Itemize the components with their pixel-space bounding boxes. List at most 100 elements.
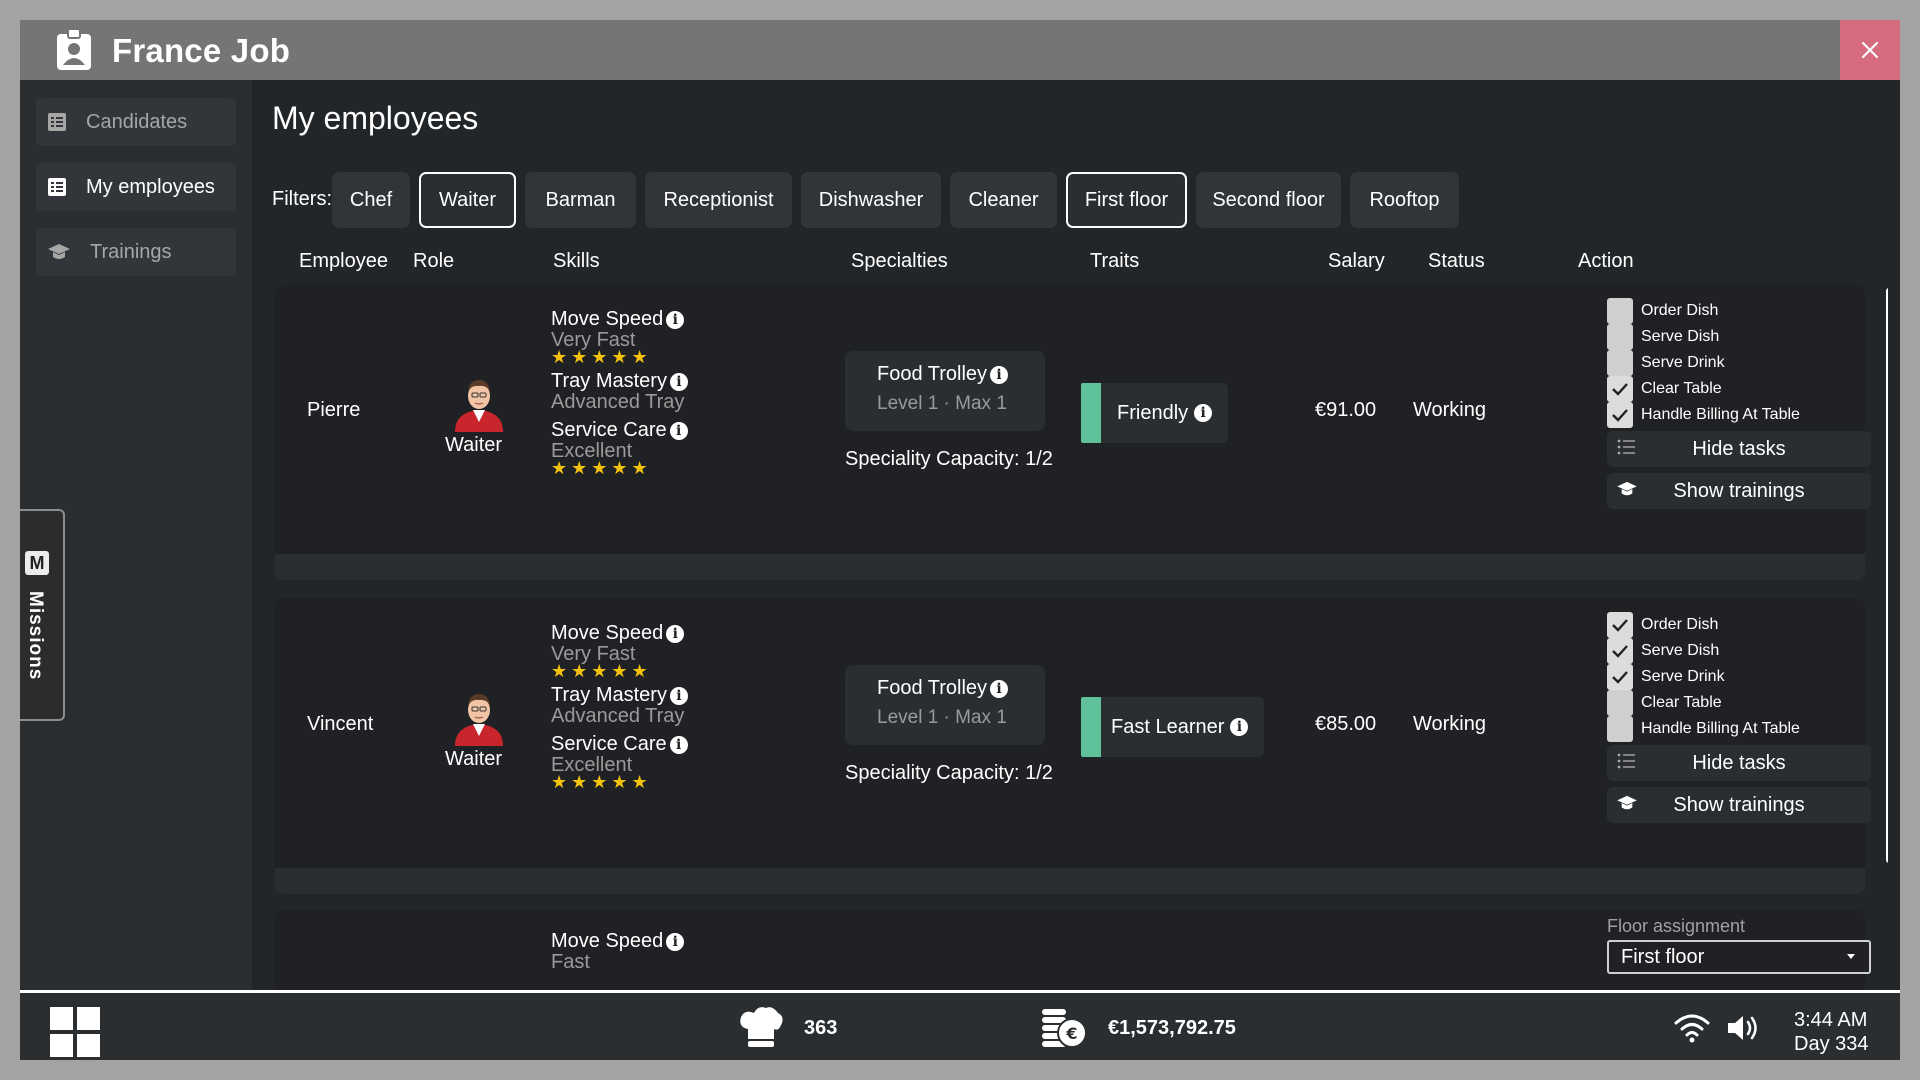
trait-badge: Friendly i	[1081, 383, 1229, 443]
clock-day: Day 334	[1794, 1033, 1869, 1055]
filter-barman[interactable]: Barman	[525, 172, 636, 228]
employee-name: Vincent	[307, 713, 374, 735]
filter-dishwasher[interactable]: Dishwasher	[801, 172, 941, 228]
sidebar-item-candidates[interactable]: Candidates	[36, 98, 236, 146]
checkmark-icon	[1612, 619, 1628, 632]
floor-assignment-select[interactable]: First floor	[1607, 940, 1871, 974]
waiter-avatar	[455, 380, 503, 432]
checkbox-checked[interactable]	[1607, 402, 1633, 428]
show-trainings-label: Show trainings	[1673, 793, 1805, 816]
sidebar-item-my-employees[interactable]: My employees	[36, 163, 236, 211]
employee-name: Pierre	[307, 399, 361, 421]
task-label: Order Dish	[1641, 616, 1719, 633]
filter-first-floor[interactable]: First floor	[1066, 172, 1187, 228]
show-trainings-button[interactable]: Show trainings	[1607, 473, 1871, 509]
graduation-cap-icon	[1617, 795, 1637, 810]
filter-receptionist[interactable]: Receptionist	[645, 172, 792, 228]
task-label: Serve Drink	[1641, 668, 1725, 685]
task-serve-drink[interactable]: Serve Drink	[1607, 350, 1725, 376]
specialty-box: Food Trolley i Level 1 · Max 1	[845, 665, 1045, 745]
task-order-dish[interactable]: Order Dish	[1607, 298, 1718, 324]
show-trainings-label: Show trainings	[1673, 479, 1805, 502]
show-trainings-button[interactable]: Show trainings	[1607, 787, 1871, 823]
info-icon[interactable]: i	[669, 735, 688, 754]
close-button[interactable]	[1840, 20, 1900, 80]
task-serve-dish[interactable]: Serve Dish	[1607, 324, 1719, 350]
task-serve-dish[interactable]: Serve Dish	[1607, 638, 1719, 664]
checkbox[interactable]	[1607, 690, 1633, 716]
specialty-label: Food Trolley	[877, 363, 988, 385]
skill-name: Service Care i	[551, 733, 688, 756]
missions-label: Missions	[25, 591, 46, 681]
task-handle-billing[interactable]: Handle Billing At Table	[1607, 716, 1800, 742]
info-icon[interactable]: i	[1230, 718, 1249, 736]
filter-cleaner[interactable]: Cleaner	[950, 172, 1057, 228]
info-icon[interactable]: i	[669, 686, 688, 705]
money-balance: €1,573,792.75	[1108, 1017, 1236, 1039]
wifi-icon[interactable]	[1674, 1013, 1710, 1043]
trait-name: Friendly i	[1117, 402, 1213, 425]
info-icon[interactable]: i	[669, 421, 688, 440]
checkbox[interactable]	[1607, 716, 1633, 742]
task-clear-table[interactable]: Clear Table	[1607, 690, 1722, 716]
info-icon[interactable]: i	[666, 932, 685, 951]
specialty-name: Food Trolley i	[877, 677, 1009, 700]
hide-tasks-button[interactable]: Hide tasks	[1607, 431, 1871, 467]
task-handle-billing[interactable]: Handle Billing At Table	[1607, 402, 1800, 428]
speaker-icon[interactable]	[1726, 1013, 1760, 1043]
task-serve-drink[interactable]: Serve Drink	[1607, 664, 1725, 690]
info-icon[interactable]: i	[990, 679, 1009, 698]
employee-role: Waiter	[445, 434, 503, 456]
checkmark-icon	[1612, 671, 1628, 684]
skill-name: Service Care i	[551, 419, 688, 442]
checkbox-checked[interactable]	[1607, 638, 1633, 664]
checkbox-checked[interactable]	[1607, 376, 1633, 402]
column-header-specialties: Specialties	[851, 250, 948, 272]
chevron-down-icon	[1847, 954, 1855, 959]
employee-list: Pierre Waiter Move Speed i Very Fast ★★★★…	[272, 276, 1888, 990]
start-menu-icon[interactable]	[50, 1007, 100, 1057]
task-clear-table[interactable]: Clear Table	[1607, 376, 1722, 402]
filter-chef[interactable]: Chef	[332, 172, 410, 228]
trait-badge: Fast Learner i	[1081, 697, 1265, 757]
checkbox[interactable]	[1607, 324, 1633, 350]
filter-rooftop[interactable]: Rooftop	[1350, 172, 1459, 228]
skill-name: Move Speed i	[551, 930, 685, 953]
salary: €85.00	[1315, 713, 1377, 735]
task-label: Order Dish	[1641, 302, 1719, 319]
specialty-name: Food Trolley i	[877, 363, 1009, 386]
task-order-dish[interactable]: Order Dish	[1607, 612, 1718, 638]
id-badge-icon	[57, 29, 91, 70]
column-header-salary: Salary	[1328, 250, 1385, 272]
column-header-status: Status	[1428, 250, 1485, 272]
chef-count: 363	[804, 1017, 838, 1039]
filter-second-floor[interactable]: Second floor	[1196, 172, 1341, 228]
skill-level: Advanced Tray	[551, 705, 685, 727]
status: Working	[1413, 713, 1486, 735]
filter-waiter[interactable]: Waiter	[419, 172, 516, 228]
trait-label: Fast Learner	[1111, 715, 1225, 738]
info-icon[interactable]: i	[990, 365, 1009, 384]
list-icon	[48, 113, 66, 131]
info-icon[interactable]: i	[666, 310, 685, 329]
info-icon[interactable]: i	[669, 372, 688, 391]
close-icon	[1861, 41, 1879, 59]
checkbox[interactable]	[1607, 298, 1633, 324]
missions-tab[interactable]: M Missions	[20, 509, 65, 721]
employee-card: Move Speed i Fast Floor assignment First …	[275, 910, 1871, 990]
hide-tasks-label: Hide tasks	[1692, 751, 1786, 774]
checkbox-checked[interactable]	[1607, 664, 1633, 690]
star-rating: ★★★★★	[551, 661, 652, 681]
specialty-box: Food Trolley i Level 1 · Max 1	[845, 351, 1045, 431]
info-icon[interactable]: i	[666, 624, 685, 643]
scrollbar[interactable]	[1886, 288, 1888, 863]
hide-tasks-button[interactable]: Hide tasks	[1607, 745, 1871, 781]
checkbox-checked[interactable]	[1607, 612, 1633, 638]
column-header-traits: Traits	[1090, 250, 1140, 272]
main-content: My employees Filters: Chef Waiter Barman…	[252, 80, 1900, 990]
sidebar-item-trainings[interactable]: Trainings	[36, 228, 236, 276]
checkbox[interactable]	[1607, 350, 1633, 376]
sidebar-item-label: Trainings	[90, 240, 172, 263]
list-icon	[1617, 439, 1635, 455]
info-icon[interactable]: i	[1194, 404, 1213, 422]
